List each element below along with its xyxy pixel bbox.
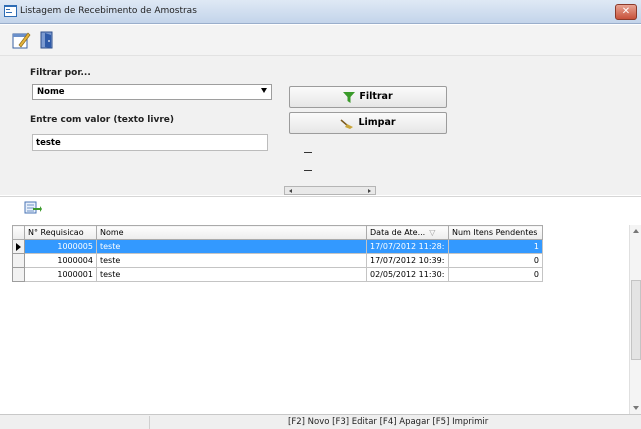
toolbar bbox=[0, 25, 641, 55]
funnel-icon bbox=[343, 91, 356, 103]
scroll-up-icon[interactable] bbox=[633, 229, 639, 233]
exit-door-icon[interactable] bbox=[36, 29, 58, 51]
filter-field-value: Nome bbox=[37, 87, 65, 97]
row-indicator bbox=[12, 267, 25, 282]
table-row[interactable]: 1000005 teste 17/07/2012 11:28: 1 bbox=[12, 239, 543, 254]
scroll-thumb[interactable] bbox=[631, 280, 641, 360]
cell-requisicao[interactable]: 1000001 bbox=[24, 267, 97, 282]
cell-pendentes[interactable]: 0 bbox=[448, 253, 543, 268]
row-indicator bbox=[12, 253, 25, 268]
cell-data[interactable]: 02/05/2012 11:30: bbox=[366, 267, 449, 282]
cell-pendentes[interactable]: 0 bbox=[448, 267, 543, 282]
free-text-input[interactable] bbox=[33, 135, 267, 150]
broom-icon bbox=[340, 118, 354, 129]
close-button[interactable]: ✕ bbox=[615, 4, 637, 20]
edit-icon[interactable] bbox=[10, 29, 32, 51]
clear-button-label: Limpar bbox=[358, 117, 396, 128]
status-segment bbox=[0, 416, 150, 429]
free-text-field[interactable] bbox=[32, 134, 268, 151]
scroll-right-icon[interactable] bbox=[368, 189, 371, 193]
cell-requisicao[interactable]: 1000004 bbox=[24, 253, 97, 268]
cell-data[interactable]: 17/07/2012 11:28: bbox=[366, 239, 449, 254]
export-grid-icon[interactable] bbox=[24, 199, 42, 217]
filter-button[interactable]: Filtrar bbox=[289, 86, 447, 108]
cell-data[interactable]: 17/07/2012 10:39: bbox=[366, 253, 449, 268]
filter-button-label: Filtrar bbox=[359, 91, 393, 102]
divider bbox=[304, 170, 312, 171]
filter-section-label: Filtrar por... bbox=[30, 68, 91, 78]
cell-requisicao[interactable]: 1000005 bbox=[24, 239, 97, 254]
column-header-nome[interactable]: Nome bbox=[96, 225, 367, 240]
column-header-data[interactable]: Data de Ate... ▽ bbox=[366, 225, 449, 240]
cell-nome[interactable]: teste bbox=[96, 267, 367, 282]
vertical-scrollbar[interactable] bbox=[629, 225, 641, 414]
filter-field-select[interactable]: Nome bbox=[32, 84, 272, 100]
current-row-icon bbox=[16, 243, 21, 251]
divider bbox=[304, 152, 312, 153]
chevron-down-icon[interactable] bbox=[261, 88, 267, 93]
table-row[interactable]: 1000001 teste 02/05/2012 11:30: 0 bbox=[12, 267, 543, 282]
shortcut-hint: [F2] Novo [F3] Editar [F4] Apagar [F5] I… bbox=[288, 417, 489, 427]
horizontal-scroll-indicator[interactable] bbox=[284, 186, 376, 195]
status-bar: [F2] Novo [F3] Editar [F4] Apagar [F5] I… bbox=[0, 414, 641, 429]
grid-header-row: N° Requisicao Nome Data de Ate... ▽ Num I… bbox=[12, 225, 543, 240]
results-grid[interactable]: N° Requisicao Nome Data de Ate... ▽ Num I… bbox=[12, 225, 543, 282]
column-header-data-label: Data de Ate... bbox=[370, 228, 426, 237]
window-title: Listagem de Recebimento de Amostras bbox=[20, 6, 197, 16]
row-indicator bbox=[12, 239, 25, 254]
cell-nome[interactable]: teste bbox=[96, 253, 367, 268]
table-row[interactable]: 1000004 teste 17/07/2012 10:39: 0 bbox=[12, 253, 543, 268]
row-indicator-header bbox=[12, 225, 25, 240]
cell-nome[interactable]: teste bbox=[96, 239, 367, 254]
column-header-requisicao[interactable]: N° Requisicao bbox=[24, 225, 97, 240]
sort-icon: ▽ bbox=[429, 228, 436, 237]
clear-button[interactable]: Limpar bbox=[289, 112, 447, 134]
column-header-pendentes[interactable]: Num Itens Pendentes bbox=[448, 225, 543, 240]
app-icon bbox=[4, 5, 17, 17]
title-bar: Listagem de Recebimento de Amostras ✕ bbox=[0, 0, 641, 24]
scroll-left-icon[interactable] bbox=[289, 189, 292, 193]
scroll-down-icon[interactable] bbox=[633, 406, 639, 410]
cell-pendentes[interactable]: 1 bbox=[448, 239, 543, 254]
free-text-label: Entre com valor (texto livre) bbox=[30, 115, 174, 125]
